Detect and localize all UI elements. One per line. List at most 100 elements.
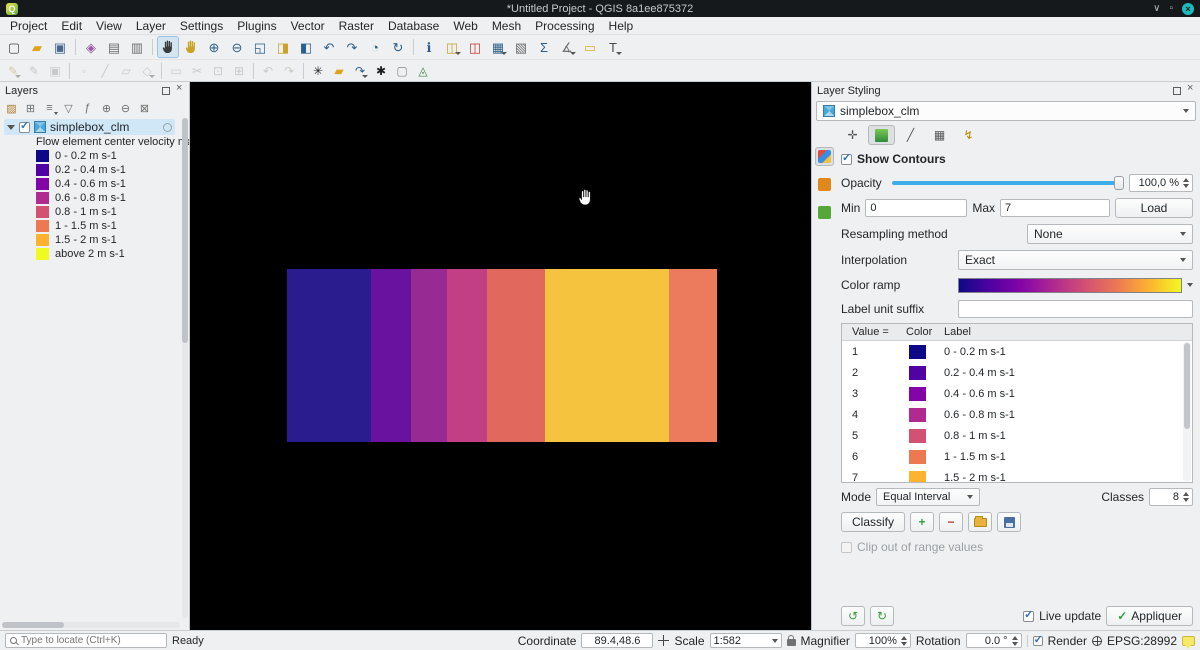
styling-layer-selector[interactable]: simplebox_clm (816, 101, 1196, 121)
layer-item-simplebox-clm[interactable]: simplebox_clm (4, 119, 175, 135)
digitize-polygon[interactable]: ▱ (116, 61, 136, 81)
manage-map-themes[interactable]: ≡ (41, 100, 58, 116)
show-layout-manager[interactable]: ▥ (126, 36, 148, 58)
close-window-icon[interactable]: × (1182, 3, 1194, 15)
collapse-all[interactable]: ⊖ (117, 100, 134, 116)
toolbar-button[interactable] (161, 63, 162, 79)
zoom-in[interactable]: ⊕ (203, 36, 225, 58)
add-group[interactable]: ⊞ (22, 100, 39, 116)
temporal-controller[interactable]: ◔ (364, 36, 386, 58)
class-color-swatch[interactable] (909, 471, 926, 484)
show-contours-checkbox[interactable] (841, 154, 852, 165)
spin-down-icon[interactable] (1183, 184, 1189, 188)
pan-map-to-selection[interactable] (180, 36, 202, 58)
menu-item[interactable]: Edit (54, 18, 89, 34)
zoom-last[interactable]: ↶ (318, 36, 340, 58)
close-panel-icon[interactable] (175, 86, 184, 95)
processing-plugin[interactable]: ✱ (371, 61, 391, 81)
class-color-swatch[interactable] (909, 345, 926, 359)
remove-layer[interactable]: ⊠ (136, 100, 153, 116)
rotation-spinbox[interactable]: 0.0 ° (966, 633, 1022, 648)
apply-button[interactable]: Appliquer (1106, 606, 1193, 626)
style-undo-button[interactable]: ↺ (841, 606, 865, 626)
deselect-features[interactable]: ◫ (464, 36, 486, 58)
filter-by-expression[interactable]: ƒ (79, 100, 96, 116)
style-redo-button[interactable]: ↻ (870, 606, 894, 626)
class-label[interactable]: 1.5 - 2 m s-1 (944, 472, 1192, 484)
text-annotation[interactable]: T (602, 36, 624, 58)
toolbar-button[interactable] (69, 63, 70, 79)
magnifier-spinbox[interactable]: 100% (855, 633, 911, 648)
digitize-line[interactable]: ╱ (95, 61, 115, 81)
menu-item[interactable]: Help (602, 18, 641, 34)
max-input[interactable] (1000, 199, 1110, 217)
spin-up-icon[interactable] (901, 636, 907, 640)
scale-combo[interactable]: 1:582 (710, 633, 782, 648)
layers-vertical-scrollbar[interactable] (182, 118, 188, 618)
messages-icon[interactable] (1182, 636, 1195, 646)
shade-window-icon[interactable]: ∨ (1153, 4, 1160, 14)
resampling-method-select[interactable]: None (1027, 224, 1193, 244)
class-table-row[interactable]: 3 0.4 - 0.6 m s-1 (842, 383, 1192, 404)
legend-item[interactable]: 0.8 - 1 m s-1 (0, 205, 189, 219)
classify-button[interactable]: Classify (841, 512, 905, 532)
identify-features[interactable]: ℹ (418, 36, 440, 58)
select-features[interactable]: ◫ (441, 36, 463, 58)
cut-features[interactable]: ✂ (187, 61, 207, 81)
grass-plugin[interactable]: ▢ (392, 61, 412, 81)
averaging-tab[interactable]: ↯ (955, 125, 982, 145)
remove-class-button[interactable]: − (939, 512, 963, 532)
opacity-spinbox[interactable]: 100,0 % (1129, 174, 1193, 192)
zoom-to-selection[interactable]: ◨ (272, 36, 294, 58)
dataset-group-label[interactable]: Flow element center velocity magnitud (0, 135, 189, 149)
zoom-next[interactable]: ↷ (341, 36, 363, 58)
interpolation-select[interactable]: Exact (958, 250, 1193, 270)
spin-down-icon[interactable] (901, 642, 907, 646)
class-color-swatch[interactable] (909, 387, 926, 401)
class-label[interactable]: 0.2 - 0.4 m s-1 (944, 367, 1192, 379)
redo[interactable]: ↷ (279, 61, 299, 81)
mode-select[interactable]: Equal Interval (876, 488, 980, 506)
locator-search[interactable] (5, 633, 167, 648)
plugin-toolbox[interactable]: ◬ (413, 61, 433, 81)
lock-scale-icon[interactable] (787, 639, 796, 646)
legend-item[interactable]: 0.6 - 0.8 m s-1 (0, 191, 189, 205)
color-column-header[interactable]: Color (906, 326, 944, 338)
legend-item[interactable]: above 2 m s-1 (0, 247, 189, 261)
class-label[interactable]: 0.6 - 0.8 m s-1 (944, 409, 1192, 421)
maximize-window-icon[interactable]: ▫ (1169, 4, 1173, 14)
expand-all[interactable]: ⊕ (98, 100, 115, 116)
crs-code[interactable]: EPSG:28992 (1107, 634, 1177, 648)
spin-down-icon[interactable] (1183, 498, 1189, 502)
class-table-row[interactable]: 1 0 - 0.2 m s-1 (842, 341, 1192, 362)
value-column-header[interactable]: Value = (842, 326, 906, 338)
legend-item[interactable]: 0.2 - 0.4 m s-1 (0, 163, 189, 177)
contours-tab[interactable] (868, 125, 895, 145)
toolbar-button[interactable] (413, 39, 414, 55)
spin-up-icon[interactable] (1012, 636, 1018, 640)
opacity-slider[interactable] (892, 175, 1124, 191)
legend-item[interactable]: 0.4 - 0.6 m s-1 (0, 177, 189, 191)
open-layer-styling-panel[interactable]: ▨ (3, 100, 20, 116)
filter-legend[interactable]: ▽ (60, 100, 77, 116)
crs-globe-icon[interactable] (1092, 636, 1102, 646)
class-color-swatch[interactable] (909, 450, 926, 464)
class-label[interactable]: 1 - 1.5 m s-1 (944, 451, 1192, 463)
toolbar-button[interactable] (253, 63, 254, 79)
menu-item[interactable]: Raster (332, 18, 381, 34)
pan-map[interactable] (157, 36, 179, 58)
menu-item[interactable]: View (89, 18, 129, 34)
web-plugin-spider[interactable]: ✳ (308, 61, 328, 81)
toolbar-button[interactable] (303, 63, 304, 79)
save-edits[interactable]: ▣ (45, 61, 65, 81)
classes-spinbox[interactable]: 8 (1149, 488, 1193, 506)
spin-down-icon[interactable] (1012, 642, 1018, 646)
layer-indicator-icon[interactable] (163, 123, 172, 132)
metasearch-plugin[interactable]: ▰ (329, 61, 349, 81)
legend-item[interactable]: 1.5 - 2 m s-1 (0, 233, 189, 247)
measure[interactable]: ∡ (556, 36, 578, 58)
label-column-header[interactable]: Label (944, 326, 1192, 338)
menu-item[interactable]: Vector (284, 18, 332, 34)
menu-item[interactable]: Layer (129, 18, 173, 34)
symbology-tab[interactable] (815, 147, 834, 166)
